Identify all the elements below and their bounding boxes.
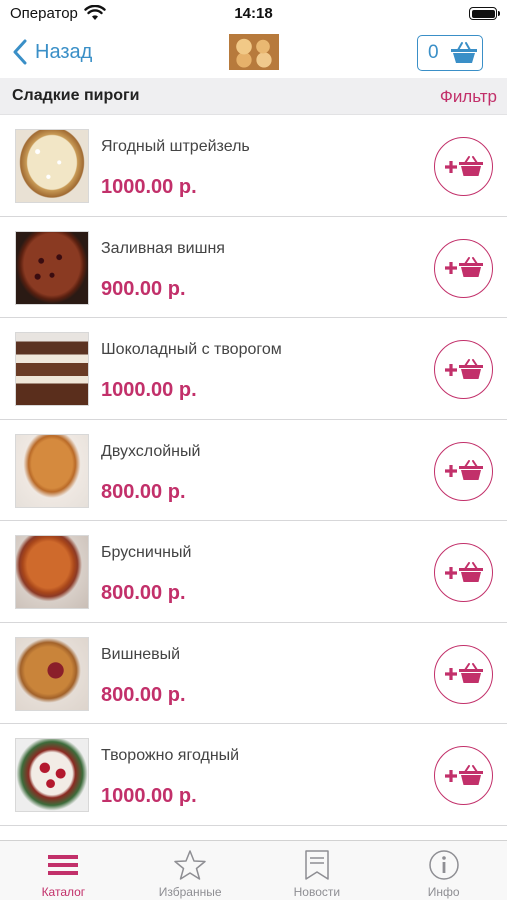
navigation-bar: Назад 0 — [0, 28, 507, 78]
cart-button[interactable]: 0 — [417, 35, 483, 71]
product-image — [15, 433, 89, 508]
add-to-cart-button[interactable] — [434, 441, 493, 501]
tab-news[interactable]: Новости — [254, 841, 381, 900]
shop-logo — [229, 34, 279, 70]
add-to-cart-button[interactable] — [434, 746, 493, 805]
add-to-cart-button[interactable] — [434, 543, 493, 602]
product-image — [15, 535, 89, 609]
filter-button[interactable]: Фильтр — [440, 87, 497, 107]
product-price: 800.00 р. — [101, 683, 186, 706]
tab-label: Каталог — [41, 885, 86, 899]
menu-icon — [48, 855, 79, 875]
tab-label: Новости — [293, 885, 341, 899]
add-basket-icon — [444, 460, 483, 480]
product-name: Вишневый — [101, 645, 181, 663]
product-name: Двухслойный — [101, 442, 201, 460]
bookmark-icon — [305, 850, 329, 880]
product-name: Ягодный штрейзель — [101, 138, 250, 155]
add-basket-icon — [444, 257, 483, 277]
product-list: Ягодный штрейзель 1000.00 р. Заливная ви… — [0, 115, 507, 840]
product-row[interactable]: Заливная вишня 900.00 р. — [0, 217, 507, 318]
product-price: 1000.00 р. — [101, 785, 197, 807]
product-row[interactable]: Двухслойный 800.00 р. — [0, 420, 507, 521]
tab-label: Инфо — [427, 885, 460, 899]
product-image — [15, 129, 89, 203]
product-row[interactable]: Творожно ягодный 1000.00 р. — [0, 724, 507, 826]
tab-label: Избранные — [158, 885, 222, 899]
add-to-cart-button[interactable] — [434, 644, 493, 704]
add-basket-icon — [444, 155, 483, 176]
add-basket-icon — [444, 764, 483, 785]
add-basket-icon — [444, 663, 483, 683]
info-icon — [428, 850, 459, 880]
product-price: 900.00 р. — [101, 277, 186, 300]
product-row[interactable]: Брусничный 800.00 р. — [0, 521, 507, 623]
product-image — [15, 636, 89, 711]
product-image — [15, 230, 89, 305]
product-image — [15, 332, 89, 406]
tab-favorites[interactable]: Избранные — [127, 841, 254, 900]
product-row-partial[interactable] — [0, 826, 507, 840]
add-basket-icon — [444, 561, 483, 582]
star-icon — [174, 850, 206, 880]
product-price: 800.00 р. — [101, 582, 186, 604]
product-name: Шоколадный с творогом — [101, 341, 282, 358]
tab-bar: Каталог Избранные Новости Инфо — [0, 840, 507, 900]
product-name: Творожно ягодный — [101, 747, 240, 764]
product-price: 800.00 р. — [101, 480, 186, 503]
product-row[interactable]: Вишневый 800.00 р. — [0, 623, 507, 724]
product-row[interactable]: Шоколадный с творогом 1000.00 р. — [0, 318, 507, 420]
section-header: Сладкие пироги Фильтр — [0, 78, 507, 115]
cart-count: 0 — [428, 42, 439, 63]
add-basket-icon — [444, 358, 483, 379]
product-image — [15, 738, 89, 812]
product-price: 1000.00 р. — [101, 379, 197, 401]
product-name: Заливная вишня — [101, 239, 225, 257]
add-to-cart-button[interactable] — [434, 238, 493, 298]
tab-info[interactable]: Инфо — [380, 841, 507, 900]
app-screen: Оператор 14:18 Назад 0 Сладкие пироги Фи… — [0, 0, 507, 900]
chevron-left-icon — [13, 39, 27, 65]
product-row[interactable]: Ягодный штрейзель 1000.00 р. — [0, 115, 507, 217]
back-label: Назад — [35, 40, 93, 63]
product-price: 1000.00 р. — [101, 176, 197, 198]
status-time: 14:18 — [234, 5, 273, 22]
basket-icon — [451, 42, 477, 63]
section-title: Сладкие пироги — [12, 87, 140, 104]
status-bar: Оператор 14:18 — [0, 0, 507, 28]
battery-icon — [469, 7, 500, 20]
product-name: Брусничный — [101, 544, 192, 561]
back-button[interactable]: Назад — [12, 39, 92, 65]
tab-catalog[interactable]: Каталог — [0, 841, 127, 900]
add-to-cart-button[interactable] — [434, 340, 493, 399]
add-to-cart-button[interactable] — [434, 137, 493, 196]
